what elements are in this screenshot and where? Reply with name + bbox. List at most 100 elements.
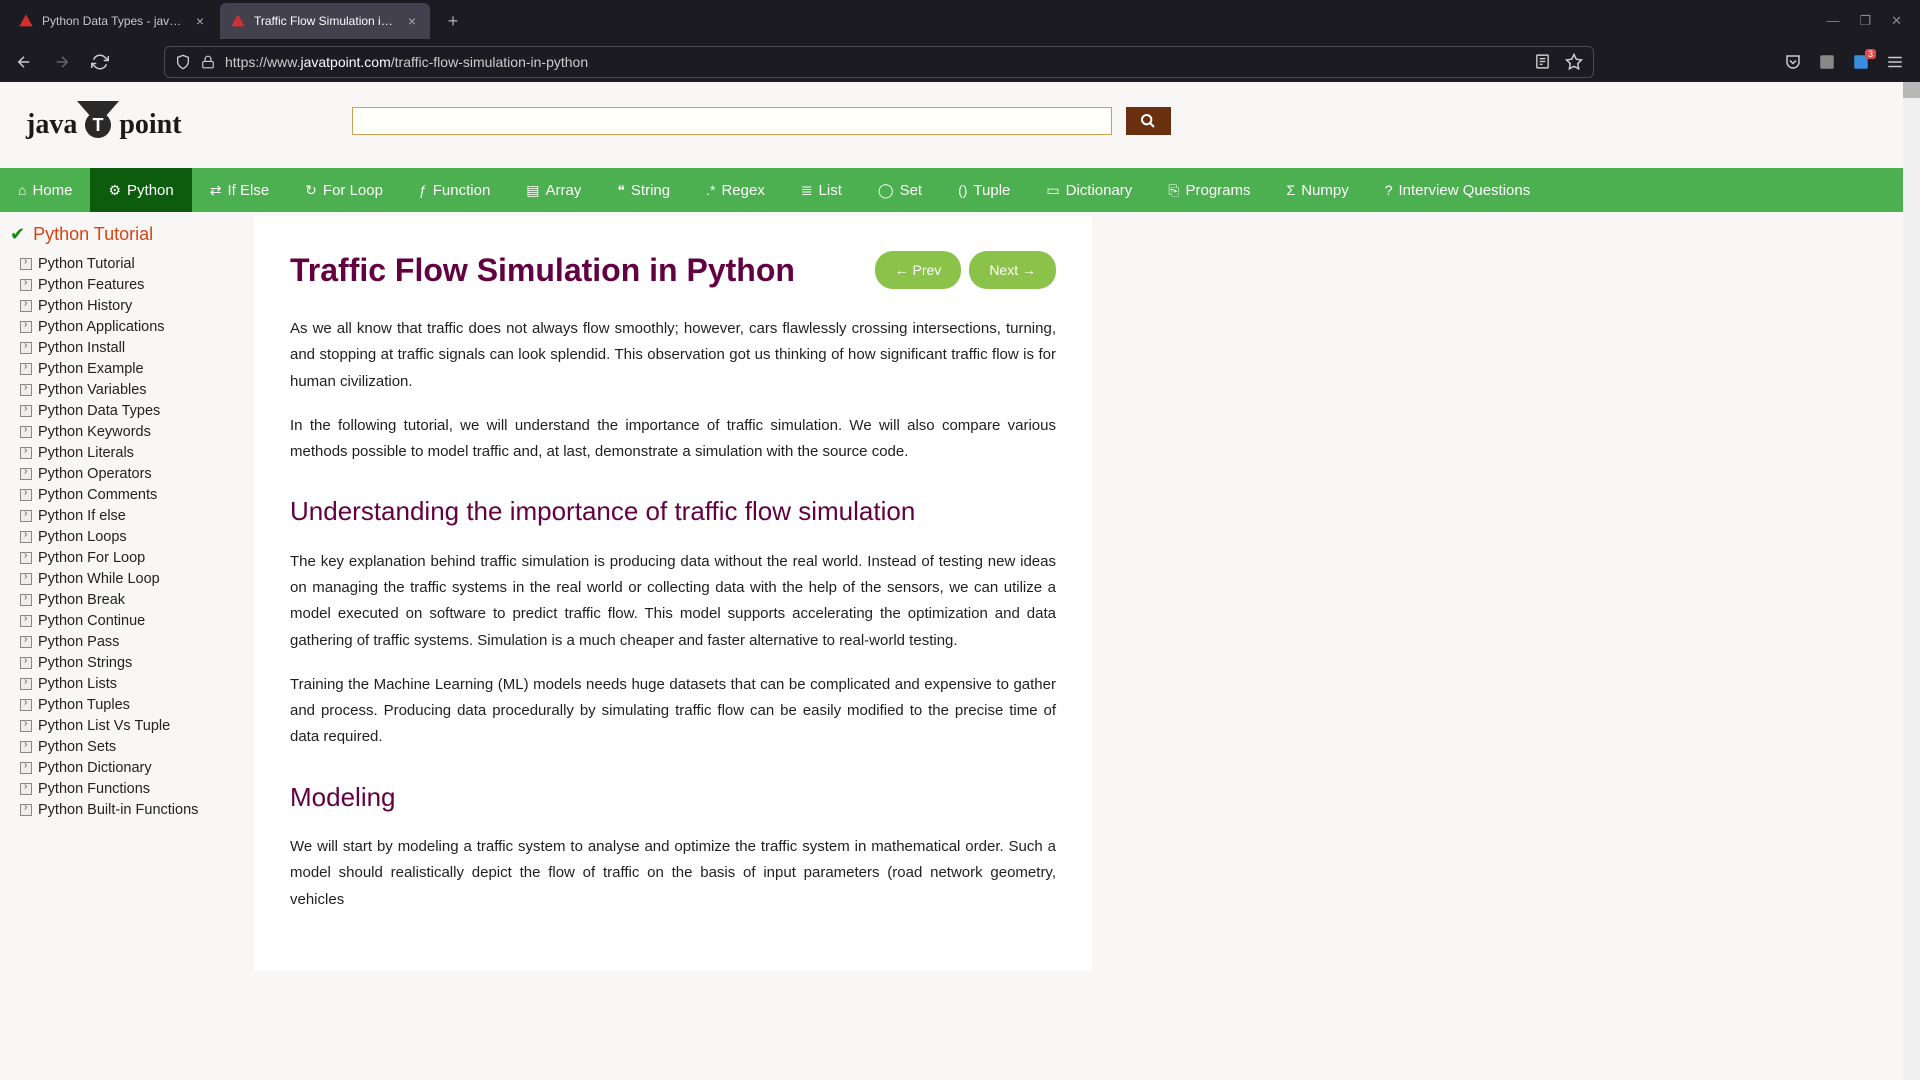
minimize-icon[interactable]: — — [1826, 13, 1839, 29]
nav-item-function[interactable]: ƒFunction — [401, 168, 508, 212]
nav-item-for-loop[interactable]: ↻For Loop — [287, 168, 401, 212]
search-button[interactable] — [1126, 107, 1171, 135]
sidebar-item-label: Python Example — [38, 361, 144, 377]
sidebar-item[interactable]: Python Comments — [6, 484, 246, 505]
sidebar-item-label: Python For Loop — [38, 550, 145, 566]
prev-button[interactable]: ← Prev — [875, 251, 962, 290]
tab-bar: Python Data Types - javatpoint × Traffic… — [0, 0, 1920, 42]
sidebar-item[interactable]: Python Example — [6, 358, 246, 379]
url-text: https://www.javatpoint.com/traffic-flow-… — [225, 54, 588, 70]
nav-label: For Loop — [323, 182, 383, 199]
close-icon[interactable]: × — [192, 13, 208, 29]
account-icon[interactable] — [1818, 53, 1836, 71]
sidebar-item[interactable]: Python Sets — [6, 736, 246, 757]
sidebar-item[interactable]: Python Tutorial — [6, 253, 246, 274]
nav-label: Dictionary — [1066, 182, 1133, 199]
sidebar-item[interactable]: Python Continue — [6, 610, 246, 631]
sidebar-item[interactable]: Python Strings — [6, 652, 246, 673]
close-window-icon[interactable]: ✕ — [1891, 13, 1902, 29]
scrollbar-track[interactable] — [1903, 82, 1920, 1080]
bullet-icon — [20, 594, 32, 606]
sidebar-item[interactable]: Python If else — [6, 505, 246, 526]
nav-item-list[interactable]: ≣List — [783, 168, 860, 212]
extension-icon[interactable]: 3 — [1852, 53, 1870, 71]
sidebar-item[interactable]: Python Features — [6, 274, 246, 295]
nav-item-tuple[interactable]: ()Tuple — [940, 168, 1028, 212]
logo[interactable]: javaTpoint — [26, 101, 182, 141]
nav-label: Regex — [721, 182, 764, 199]
sidebar-item[interactable]: Python Applications — [6, 316, 246, 337]
nav-bar: https://www.javatpoint.com/traffic-flow-… — [0, 42, 1920, 82]
bullet-icon — [20, 762, 32, 774]
sidebar-item[interactable]: Python For Loop — [6, 547, 246, 568]
sidebar-item[interactable]: Python Loops — [6, 526, 246, 547]
nav-item-array[interactable]: ▤Array — [508, 168, 599, 212]
reload-button[interactable] — [86, 48, 114, 76]
nav-item-string[interactable]: ❝String — [599, 168, 688, 212]
sidebar-item-label: Python Comments — [38, 487, 157, 503]
nav-item-python[interactable]: ⚙Python — [90, 168, 191, 212]
sidebar-item-label: Python History — [38, 298, 132, 314]
sidebar-item[interactable]: Python Literals — [6, 442, 246, 463]
sidebar: ✔ Python Tutorial Python TutorialPython … — [0, 212, 254, 971]
sidebar-item[interactable]: Python Dictionary — [6, 757, 246, 778]
nav-label: Set — [900, 182, 923, 199]
sidebar-item[interactable]: Python Data Types — [6, 400, 246, 421]
sidebar-item[interactable]: Python Built-in Functions — [6, 799, 246, 820]
nav-item-interview-questions[interactable]: ?Interview Questions — [1367, 168, 1549, 212]
nav-item-home[interactable]: ⌂Home — [0, 168, 90, 212]
sidebar-item[interactable]: Python Functions — [6, 778, 246, 799]
site-favicon-icon — [230, 13, 246, 29]
back-button[interactable] — [10, 48, 38, 76]
nav-item-numpy[interactable]: ΣNumpy — [1269, 168, 1367, 212]
bullet-icon — [20, 636, 32, 648]
bullet-icon — [20, 741, 32, 753]
browser-tab-1[interactable]: Python Data Types - javatpoint × — [8, 3, 218, 39]
sidebar-item[interactable]: Python Variables — [6, 379, 246, 400]
maximize-icon[interactable]: ❐ — [1859, 13, 1871, 29]
sidebar-item[interactable]: Python Operators — [6, 463, 246, 484]
close-icon[interactable]: × — [404, 13, 420, 29]
scrollbar-thumb[interactable] — [1903, 82, 1920, 98]
nav-icon: ⎘ — [1168, 182, 1179, 199]
sidebar-item[interactable]: Python Install — [6, 337, 246, 358]
page-title: Traffic Flow Simulation in Python — [290, 242, 875, 298]
sidebar-item[interactable]: Python Pass — [6, 631, 246, 652]
bullet-icon — [20, 468, 32, 480]
nav-label: String — [631, 182, 670, 199]
paragraph: In the following tutorial, we will under… — [290, 413, 1056, 466]
url-bar[interactable]: https://www.javatpoint.com/traffic-flow-… — [164, 46, 1594, 78]
reader-mode-icon[interactable] — [1534, 53, 1551, 70]
sidebar-item[interactable]: Python History — [6, 295, 246, 316]
browser-tab-2[interactable]: Traffic Flow Simulation in Pytho × — [220, 3, 430, 39]
nav-item-programs[interactable]: ⎘Programs — [1150, 168, 1268, 212]
new-tab-button[interactable]: + — [438, 6, 468, 36]
sidebar-item-label: Python While Loop — [38, 571, 160, 587]
next-button[interactable]: Next → — [969, 251, 1056, 290]
nav-item-regex[interactable]: .*Regex — [688, 168, 783, 212]
sidebar-item[interactable]: Python Lists — [6, 673, 246, 694]
sidebar-item-label: Python List Vs Tuple — [38, 718, 170, 734]
nav-item-dictionary[interactable]: ▭Dictionary — [1028, 168, 1150, 212]
nav-item-set[interactable]: ◯Set — [860, 168, 940, 212]
pocket-icon[interactable] — [1784, 53, 1802, 71]
paragraph: The key explanation behind traffic simul… — [290, 549, 1056, 654]
sidebar-item[interactable]: Python Break — [6, 589, 246, 610]
bookmark-star-icon[interactable] — [1565, 53, 1583, 71]
nav-icon: () — [958, 182, 967, 198]
sidebar-item[interactable]: Python While Loop — [6, 568, 246, 589]
paragraph: We will start by modeling a traffic syst… — [290, 834, 1056, 913]
sidebar-item[interactable]: Python List Vs Tuple — [6, 715, 246, 736]
sidebar-item-label: Python Operators — [38, 466, 152, 482]
sidebar-item-label: Python Applications — [38, 319, 165, 335]
search-input[interactable] — [352, 107, 1112, 135]
nav-icon: ⚙ — [108, 182, 121, 199]
window-controls: — ❐ ✕ — [1826, 13, 1920, 29]
sidebar-item[interactable]: Python Keywords — [6, 421, 246, 442]
page-header: javaTpoint — [0, 82, 1920, 150]
sidebar-item[interactable]: Python Tuples — [6, 694, 246, 715]
menu-icon[interactable] — [1886, 53, 1904, 71]
nav-item-if-else[interactable]: ⇄If Else — [192, 168, 287, 212]
nav-icon: Σ — [1287, 182, 1296, 198]
forward-button[interactable] — [48, 48, 76, 76]
